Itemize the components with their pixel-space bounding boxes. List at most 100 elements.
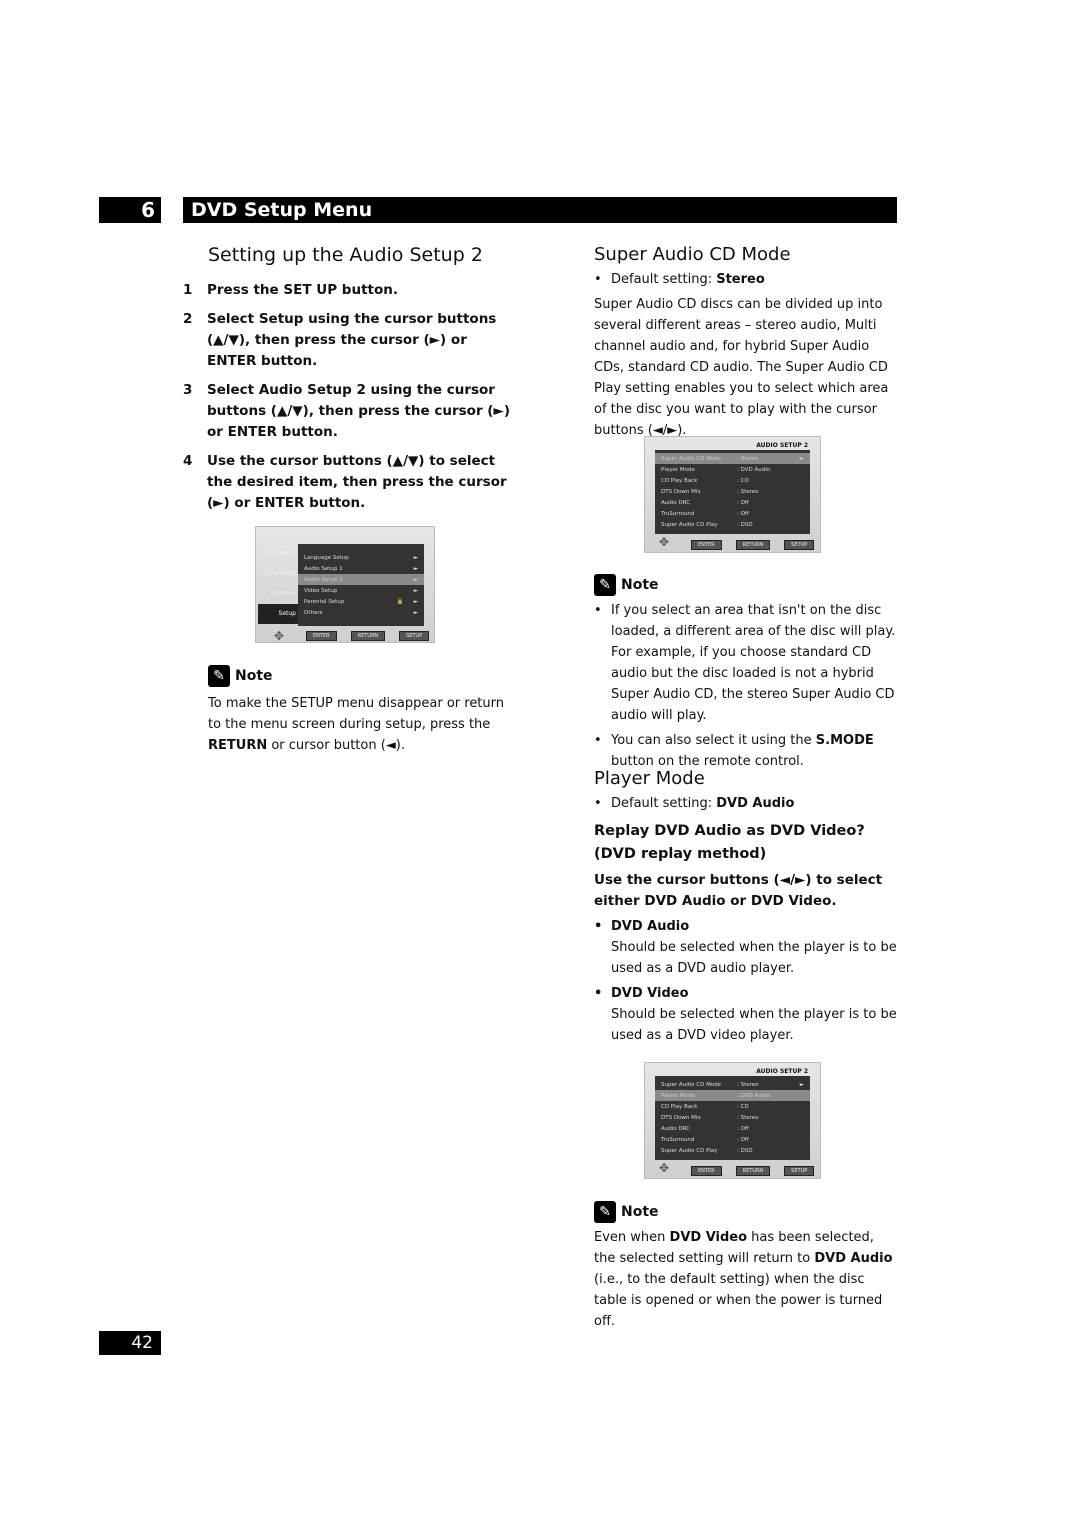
setting-value: : Off	[737, 1136, 749, 1143]
arrow-right-icon: ►	[413, 576, 418, 583]
dpad-icon: ✥	[274, 629, 285, 643]
setting-value: : DVD Audio	[737, 466, 771, 473]
side-menu-item: Disc Menu	[264, 550, 296, 557]
setting-name: Audio DRC	[661, 1125, 691, 1132]
step-1: 1 Press the SET UP button.	[183, 280, 513, 301]
sacd-default: • Default setting: Stereo	[594, 272, 765, 287]
arrow-right-icon: ►	[799, 455, 804, 462]
step-2: 2 Select Setup using the cursor buttons (…	[183, 309, 513, 372]
setup-button: SETUP	[784, 540, 815, 550]
page-number: 42	[99, 1331, 161, 1355]
note-bullet: • You can also select it using the S.MODE…	[594, 733, 874, 769]
pm-default: • Default setting: DVD Audio	[594, 796, 795, 811]
setting-row: CD Play Back : CD	[655, 1101, 810, 1112]
setting-value: : DSD	[737, 1147, 753, 1154]
setting-row: TruSurround: Off	[655, 1134, 810, 1145]
menu-item: Audio Setup 2 ►	[298, 574, 424, 585]
setting-value: : Off	[737, 510, 749, 517]
menu-item: Language Setup ►	[298, 552, 424, 563]
setting-name: Super Audio CD Mode	[661, 455, 722, 462]
note-text: To make the SETUP menu disappear or retu…	[208, 696, 505, 753]
arrow-right-icon: ►	[413, 554, 418, 561]
option-desc: Should be selected when the player is to…	[611, 940, 897, 976]
player-mode-section: Player Mode • Default setting: DVD Audio …	[594, 768, 899, 1046]
setting-name: CD Play Back	[661, 1103, 698, 1110]
menu-item: Video Setup ►	[298, 585, 424, 596]
step-4: 4 Use the cursor buttons (▲/▼) to select …	[183, 451, 513, 514]
step-text: Select Audio Setup 2 using the cursor bu…	[207, 382, 511, 440]
note-icon: ✎	[594, 574, 616, 596]
side-menu-item: Setup	[258, 604, 298, 624]
dpad-icon: ✥	[659, 1161, 670, 1175]
sacd-note: ✎ Note • If you select an area that isn't …	[594, 574, 899, 772]
menu-item-label: Audio Setup 1	[304, 565, 343, 572]
menu-item-label: Language Setup	[304, 554, 349, 561]
chapter-title: DVD Setup Menu	[183, 197, 897, 223]
note-bullet: • If you select an area that isn't on the…	[594, 603, 896, 723]
arrow-right-icon: ►	[413, 609, 418, 616]
setup-button: SETUP	[784, 1166, 815, 1176]
step-text: Press the SET UP button.	[207, 282, 399, 298]
setting-value: : Stereo	[737, 488, 759, 495]
setting-value: : Off	[737, 1125, 749, 1132]
setting-row: Audio DRC : Off	[655, 1123, 810, 1134]
setting-name: Player Mode	[661, 466, 695, 473]
setting-name: Super Audio CD Play	[661, 521, 718, 528]
lock-icon: 🔓	[396, 598, 404, 605]
setting-row: DTS Down Mix : Stereo	[655, 1112, 810, 1123]
note-heading: ✎ Note	[594, 574, 899, 596]
step-text: Use the cursor buttons (▲/▼) to select t…	[207, 453, 507, 511]
setting-row: Player Mode : DVD Audio	[655, 1090, 810, 1101]
setting-name: DTS Down Mix	[661, 1114, 701, 1121]
step-number: 3	[183, 382, 193, 398]
note-heading: ✎ Note	[208, 665, 513, 687]
setting-name: Audio DRC	[661, 499, 691, 506]
setting-value: : Stereo	[737, 1081, 759, 1088]
setting-value: : CD	[737, 1103, 749, 1110]
setting-value: : DVD Audio	[737, 1092, 771, 1099]
side-menu-item: Title Menu	[264, 570, 296, 577]
audio-setup-screenshot-1: AUDIO SETUP 2 Super Audio CD Mode: Stereo…	[644, 436, 821, 553]
setting-row: Super Audio CD Mode : Stereo ►	[655, 1079, 810, 1090]
menu-item-label: Others	[304, 609, 323, 616]
note-text: Even when DVD Video has been selected, t…	[594, 1230, 893, 1329]
setting-row: Super Audio CD Play: DSD	[655, 1145, 810, 1156]
arrow-right-icon: ►	[799, 1081, 804, 1088]
setting-name: Player Mode	[661, 1092, 695, 1099]
return-button: RETURN	[735, 1166, 771, 1176]
setting-value: : Stereo	[737, 1114, 759, 1121]
menu-title: AUDIO SETUP 2	[756, 442, 808, 449]
menu-item-label: Audio Setup 2	[304, 576, 343, 583]
note-icon: ✎	[208, 665, 230, 687]
chapter-number: 6	[99, 197, 161, 223]
player-mode-note: ✎ Note Even when DVD Video has been selec…	[594, 1201, 899, 1332]
enter-button: ENTER	[306, 631, 337, 641]
setting-row: CD Play Back : CD	[655, 475, 810, 486]
pm-instruction: Use the cursor buttons (◄/►) to select e…	[594, 872, 883, 909]
setting-name: Super Audio CD Mode	[661, 1081, 722, 1088]
setting-value: : Off	[737, 499, 749, 506]
player-mode-title: Player Mode	[594, 768, 705, 789]
dpad-icon: ✥	[659, 535, 670, 549]
setting-row: TruSurround: Off	[655, 508, 810, 519]
setting-value: : CD	[737, 477, 749, 484]
step-3: 3 Select Audio Setup 2 using the cursor b…	[183, 380, 513, 443]
menu-item: Others ►	[298, 607, 424, 618]
return-button: RETURN	[735, 540, 771, 550]
note-icon: ✎	[594, 1201, 616, 1223]
setting-row: DTS Down Mix: Stereo	[655, 486, 810, 497]
option-desc: Should be selected when the player is to…	[611, 1007, 897, 1043]
left-column: Setting up the Audio Setup 2 1 Press the …	[183, 244, 513, 522]
sacd-body: Super Audio CD discs can be divided up i…	[594, 297, 889, 438]
setting-row: Super Audio CD Play : DSD	[655, 519, 810, 530]
setting-value: : DSD	[737, 521, 753, 528]
setting-name: CD Play Back	[661, 477, 698, 484]
step-number: 4	[183, 453, 193, 469]
menu-item-label: Parental Setup	[304, 598, 345, 605]
step-text: Select Setup using the cursor buttons (▲…	[207, 311, 497, 369]
note-label: Note	[235, 668, 273, 684]
menu-title: AUDIO SETUP 2	[756, 1068, 808, 1075]
step-number: 2	[183, 311, 193, 327]
setting-row: Super Audio CD Mode: Stereo ►	[655, 453, 810, 464]
arrow-right-icon: ►	[413, 565, 418, 572]
